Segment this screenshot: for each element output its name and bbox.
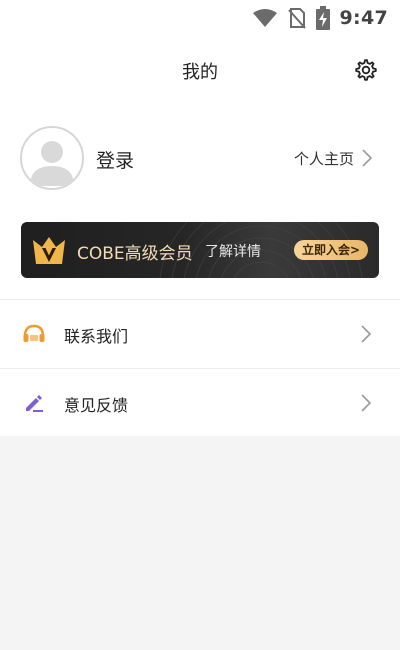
login-label[interactable]: 登录	[96, 146, 134, 173]
chevron-right-icon	[362, 149, 372, 167]
no-sim-icon	[287, 8, 306, 29]
status-time: 9:47	[339, 7, 388, 29]
menu-item-feedback[interactable]: 意见反馈	[0, 369, 400, 437]
profile-row[interactable]: 登录 个人主页	[20, 124, 380, 192]
chevron-right-icon	[361, 325, 372, 343]
vip-banner[interactable]: COBE高级会员 了解详情 立即入会>	[21, 222, 379, 278]
avatar[interactable]	[20, 126, 84, 190]
battery-charging-icon	[315, 6, 330, 30]
page-title: 我的	[182, 62, 218, 83]
wifi-icon	[252, 9, 277, 27]
status-bar: 9:47	[0, 0, 400, 36]
header: 我的	[0, 48, 400, 92]
vip-title: COBE高级会员	[77, 244, 193, 264]
personal-home-label: 个人主页	[293, 149, 354, 168]
personal-home-link[interactable]: 个人主页	[294, 146, 372, 170]
default-avatar-icon	[30, 141, 74, 186]
vip-details-link[interactable]: 了解详情	[205, 241, 261, 261]
vip-crown-icon	[33, 237, 65, 264]
menu-label: 意见反馈	[64, 396, 129, 415]
gear-icon[interactable]	[354, 58, 378, 82]
menu-label: 联系我们	[64, 327, 129, 346]
vip-join-button[interactable]: 立即入会>	[293, 240, 368, 260]
chevron-right-icon	[361, 394, 372, 412]
menu-item-contact-us[interactable]: 联系我们	[0, 300, 400, 368]
headset-icon	[23, 324, 45, 342]
edit-pencil-icon	[26, 395, 43, 412]
top-panel: 9:47 我的 登录 个人主页 COBE高级会员 了解详情 立即入会> 联系我们…	[0, 0, 400, 436]
empty-background-area	[0, 436, 400, 650]
